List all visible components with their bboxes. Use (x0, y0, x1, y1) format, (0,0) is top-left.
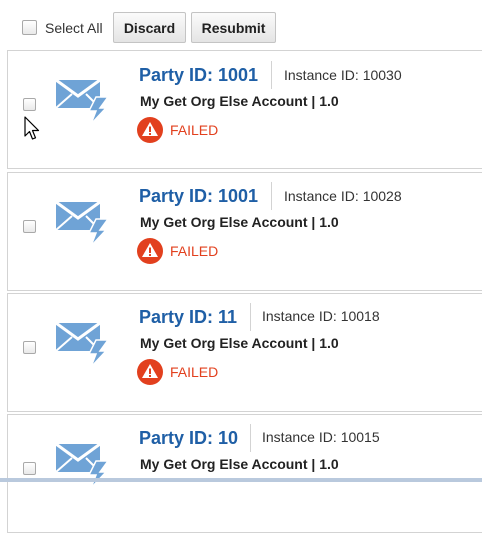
instance-id-value: 10015 (340, 429, 380, 445)
party-id-link[interactable]: Party ID: 10 (139, 428, 238, 449)
instance-id-value: 10028 (362, 188, 402, 204)
warning-icon (137, 359, 163, 385)
divider (271, 61, 272, 89)
envelope-lightning-icon (55, 78, 110, 125)
status-text: FAILED (170, 243, 219, 259)
party-id-link[interactable]: Party ID: 1001 (139, 65, 258, 86)
process-name: My Get Org Else Account | 1.0 (140, 214, 339, 230)
instance-checkbox[interactable] (23, 98, 36, 111)
divider (250, 303, 251, 331)
instance-id-label: Instance ID: (284, 188, 359, 204)
discard-button[interactable]: Discard (113, 12, 186, 43)
select-all-checkbox[interactable] (22, 20, 37, 35)
instance-card[interactable]: Party ID: 11 Instance ID: 10018 My Get Or… (7, 293, 482, 412)
instance-id: Instance ID: 10028 (284, 188, 402, 204)
warning-icon (137, 117, 163, 143)
envelope-lightning-icon (55, 321, 110, 368)
instance-checkbox[interactable] (23, 220, 36, 233)
instance-id: Instance ID: 10018 (262, 308, 380, 324)
status-text: FAILED (170, 122, 219, 138)
instance-id-label: Instance ID: (284, 67, 359, 83)
instance-id-label: Instance ID: (262, 429, 337, 445)
process-name: My Get Org Else Account | 1.0 (140, 456, 339, 472)
resubmit-button[interactable]: Resubmit (191, 12, 276, 43)
mouse-cursor-icon (24, 116, 40, 140)
status-text: FAILED (170, 364, 219, 380)
scroll-edge (0, 478, 482, 482)
instance-id: Instance ID: 10015 (262, 429, 380, 445)
toolbar: Select All Discard Resubmit (0, 0, 482, 52)
instance-card[interactable]: Party ID: 1001 Instance ID: 10030 My Get … (7, 50, 482, 169)
instance-id: Instance ID: 10030 (284, 67, 402, 83)
process-name: My Get Org Else Account | 1.0 (140, 93, 339, 109)
instance-id-value: 10030 (362, 67, 402, 83)
divider (271, 182, 272, 210)
select-all-label[interactable]: Select All (45, 20, 103, 36)
envelope-lightning-icon (55, 200, 110, 247)
party-id-link[interactable]: Party ID: 11 (139, 307, 237, 328)
divider (250, 424, 251, 452)
instance-card[interactable]: Party ID: 1001 Instance ID: 10028 My Get … (7, 172, 482, 291)
instance-card[interactable]: Party ID: 10 Instance ID: 10015 My Get Or… (7, 414, 482, 533)
instance-checkbox[interactable] (23, 341, 36, 354)
instance-checkbox[interactable] (23, 462, 36, 475)
instance-id-label: Instance ID: (262, 308, 337, 324)
warning-icon (137, 238, 163, 264)
instance-id-value: 10018 (340, 308, 380, 324)
party-id-link[interactable]: Party ID: 1001 (139, 186, 258, 207)
process-name: My Get Org Else Account | 1.0 (140, 335, 339, 351)
